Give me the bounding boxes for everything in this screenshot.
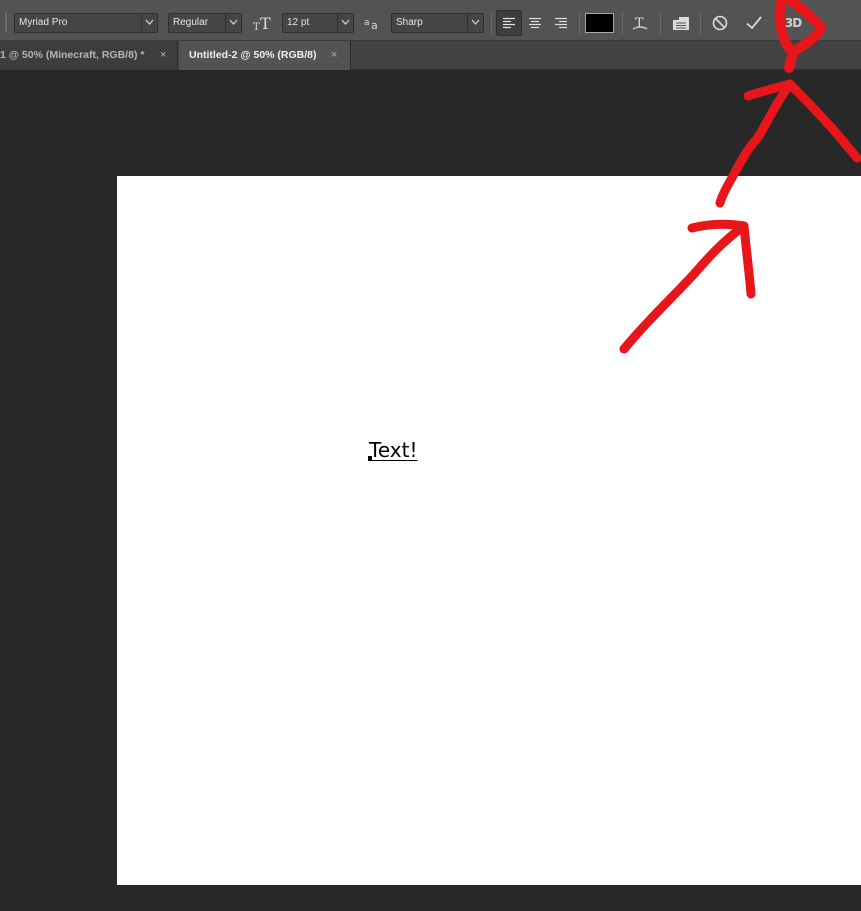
align-left-icon[interactable] — [496, 10, 522, 36]
align-right-icon[interactable] — [548, 10, 574, 36]
antialias-value: Sharp — [396, 17, 423, 28]
options-bar-grip[interactable] — [5, 12, 7, 32]
text-color-swatch[interactable] — [585, 13, 614, 33]
character-paragraph-panels-icon[interactable] — [668, 10, 694, 36]
font-style-dropdown[interactable]: Regular — [168, 13, 242, 33]
separator — [579, 12, 580, 34]
tab-minecraft-document[interactable]: 1 @ 50% (Minecraft, RGB/8) * × — [0, 41, 178, 70]
commit-checkmark-icon[interactable] — [741, 10, 767, 36]
tab-untitled-2[interactable]: Untitled-2 @ 50% (RGB/8) × — [179, 41, 351, 70]
cancel-icon[interactable] — [707, 10, 733, 36]
svg-text:T: T — [635, 16, 644, 31]
chevron-down-icon — [467, 14, 483, 32]
antialias-icon: aa — [360, 10, 386, 36]
text-layer[interactable]: Text! — [369, 438, 417, 462]
3d-icon[interactable]: 3D — [780, 10, 806, 36]
separator — [660, 12, 661, 34]
document-canvas[interactable]: Text! — [117, 176, 861, 885]
svg-text:T: T — [260, 14, 271, 32]
3d-label: 3D — [784, 16, 802, 30]
svg-text:a: a — [364, 18, 370, 28]
chevron-down-icon — [225, 14, 241, 32]
warp-text-icon[interactable]: T — [627, 10, 653, 36]
chevron-down-icon — [337, 14, 353, 32]
tab-label: 1 @ 50% (Minecraft, RGB/8) * — [0, 49, 145, 61]
font-size-icon: TT — [250, 10, 276, 36]
separator — [700, 12, 701, 34]
font-family-dropdown[interactable]: Myriad Pro — [14, 13, 158, 33]
separator — [491, 12, 492, 34]
close-icon[interactable]: × — [160, 41, 166, 70]
svg-text:T: T — [253, 22, 260, 32]
font-size-value: 12 pt — [287, 17, 310, 28]
font-style-value: Regular — [173, 17, 209, 28]
canvas-workspace[interactable]: Text! — [0, 70, 861, 911]
tab-label: Untitled-2 @ 50% (RGB/8) — [189, 49, 317, 61]
antialias-dropdown[interactable]: Sharp — [391, 13, 484, 33]
text-cursor — [368, 456, 372, 461]
svg-text:a: a — [371, 19, 378, 31]
separator — [622, 12, 623, 34]
font-size-dropdown[interactable]: 12 pt — [282, 13, 354, 33]
chevron-down-icon — [141, 14, 157, 32]
align-center-icon[interactable] — [522, 10, 548, 36]
document-tab-bar: 1 @ 50% (Minecraft, RGB/8) * × Untitled-… — [0, 41, 861, 70]
options-bar: Myriad Pro Regular TT 12 pt aa Sharp T 3… — [0, 0, 861, 41]
font-family-value: Myriad Pro — [19, 17, 68, 28]
close-icon[interactable]: × — [331, 41, 337, 70]
